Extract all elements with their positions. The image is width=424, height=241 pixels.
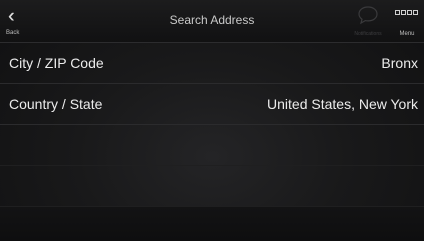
city-zip-row[interactable]: City / ZIP Code Bronx: [0, 43, 424, 84]
menu-button[interactable]: Menu: [390, 0, 424, 42]
notifications-label: Notifications: [354, 31, 382, 37]
search-address-screen: ‹‹ Back Search Address Notifications Men…: [0, 0, 424, 241]
top-bar: ‹‹ Back Search Address Notifications Men…: [0, 0, 424, 43]
country-state-row[interactable]: Country / State United States, New York: [0, 84, 424, 125]
four-squares-icon: [395, 10, 418, 15]
city-zip-value: Bronx: [381, 55, 418, 71]
bottom-band: [0, 207, 424, 241]
country-state-label: Country / State: [9, 96, 103, 112]
notifications-button[interactable]: Notifications: [348, 0, 388, 42]
empty-row: [0, 125, 424, 166]
page-title: Search Address: [169, 13, 255, 27]
speech-bubble-icon: [358, 6, 378, 25]
menu-label: Menu: [399, 31, 415, 37]
country-state-value: United States, New York: [267, 96, 418, 112]
empty-row: [0, 166, 424, 207]
double-chevron-left-icon: ‹‹: [8, 6, 13, 27]
city-zip-label: City / ZIP Code: [9, 55, 104, 71]
back-label: Back: [6, 30, 20, 36]
back-button[interactable]: ‹‹ Back: [0, 0, 34, 42]
